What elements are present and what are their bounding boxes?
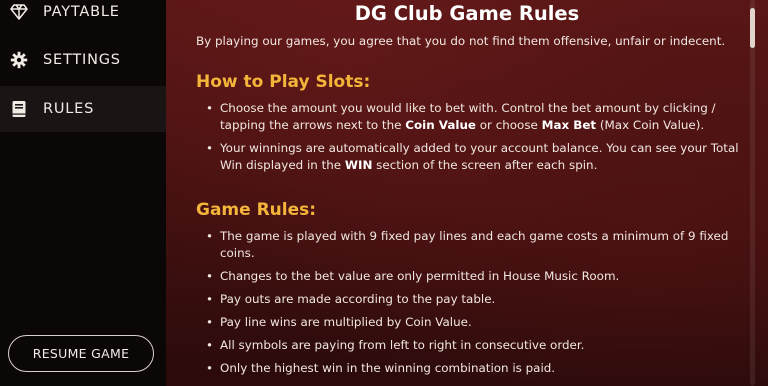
resume-game-button[interactable]: RESUME GAME (8, 335, 154, 372)
heading-how-to-play: How to Play Slots: (196, 72, 371, 92)
menu-label-settings: SETTINGS (43, 52, 121, 68)
menu-label-rules: RULES (43, 101, 95, 117)
scrollbar-thumb[interactable] (750, 8, 755, 48)
intro-text: By playing our games, you agree that you… (196, 34, 726, 48)
list-item: Changes to the bet value are only permit… (204, 268, 740, 285)
heading-game-rules: Game Rules: (196, 200, 317, 220)
rules-panel: DG Club Game Rules By playing our games,… (166, 0, 768, 386)
sidebar-menu: PAYTABLE SETTINGS RULES RESUME GAME (0, 0, 166, 386)
gear-icon (9, 50, 29, 70)
how-to-play-list: Choose the amount you would like to bet … (204, 100, 740, 174)
menu-item-settings[interactable]: SETTINGS (0, 37, 166, 83)
scrollbar[interactable] (750, 0, 755, 386)
list-item: All symbols are paying from left to righ… (204, 337, 740, 354)
list-item: Pay outs are made according to the pay t… (204, 291, 740, 308)
menu-item-rules[interactable]: RULES (0, 86, 166, 132)
list-item: Only the highest win in the winning comb… (204, 360, 740, 377)
menu-item-paytable[interactable]: PAYTABLE (0, 0, 166, 35)
menu-label-paytable: PAYTABLE (43, 4, 120, 20)
game-rules-list: The game is played with 9 fixed pay line… (204, 228, 740, 377)
list-item: Choose the amount you would like to bet … (204, 100, 740, 134)
list-item: The game is played with 9 fixed pay line… (204, 228, 740, 262)
book-icon (9, 99, 29, 119)
list-item: Your winnings are automatically added to… (204, 140, 740, 174)
diamond-icon (9, 2, 29, 22)
list-item: Pay line wins are multiplied by Coin Val… (204, 314, 740, 331)
page-title: DG Club Game Rules (354, 2, 580, 25)
